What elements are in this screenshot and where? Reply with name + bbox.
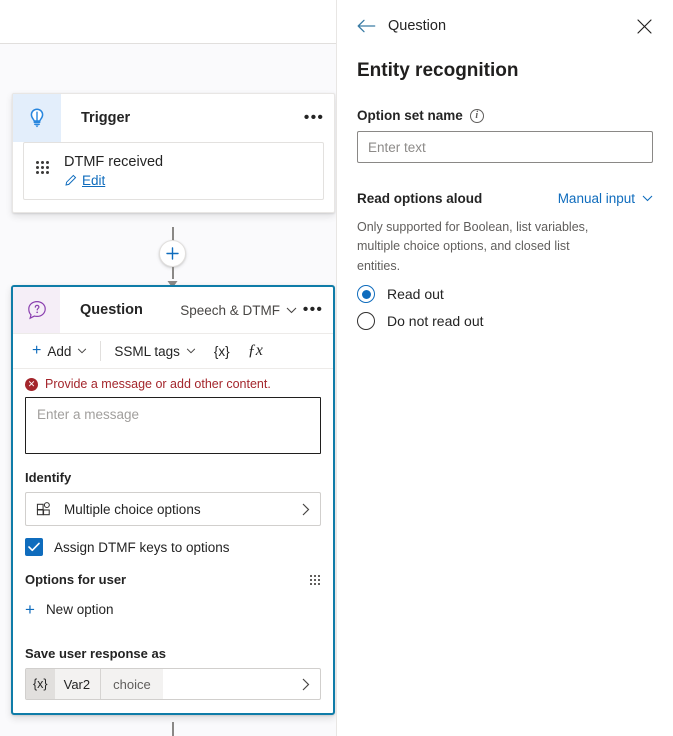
assign-dtmf-label: Assign DTMF keys to options	[54, 539, 230, 555]
question-mode-label: Speech & DTMF	[180, 302, 280, 318]
add-node-button[interactable]	[159, 240, 186, 267]
chevron-right-icon[interactable]	[302, 669, 320, 699]
insert-formula-button[interactable]: ƒx	[239, 334, 272, 368]
validation-error-text: Provide a message or add other content.	[45, 377, 271, 391]
lightbulb-icon	[13, 94, 61, 142]
radio-do-not-read-out[interactable]: Do not read out	[337, 312, 673, 331]
trigger-node-header: Trigger •••	[13, 94, 334, 142]
drag-dots-icon[interactable]	[36, 161, 50, 174]
flow-canvas: Trigger ••• DTMF received Edit Question …	[0, 0, 336, 736]
plus-icon	[166, 247, 179, 260]
question-node-header: Question Speech & DTMF •••	[13, 287, 333, 333]
insert-variable-button[interactable]: {x}	[205, 334, 239, 368]
add-content-label: Add	[47, 343, 72, 359]
ssml-tags-button[interactable]: SSML tags	[105, 334, 205, 368]
save-response-label: Save user response as	[25, 646, 166, 661]
properties-panel: Question Entity recognition Option set n…	[336, 0, 673, 736]
trigger-overflow-button[interactable]: •••	[300, 94, 334, 142]
option-set-name-input[interactable]: Enter text	[357, 131, 653, 163]
assign-dtmf-checkbox[interactable]	[25, 538, 43, 556]
identify-value: Multiple choice options	[64, 501, 201, 517]
question-node-title: Question	[80, 302, 143, 318]
option-set-name-label: Option set name i	[337, 108, 673, 123]
radio-do-not-read-out-label: Do not read out	[387, 313, 484, 330]
variable-token: {x} Var2 choice	[26, 669, 163, 699]
panel-breadcrumb: Question	[388, 18, 447, 34]
question-toolbar: + Add SSML tags {x} ƒx	[13, 333, 333, 369]
option-set-name-text: Option set name	[357, 108, 463, 123]
read-aloud-helper-text: Only supported for Boolean, list variabl…	[357, 220, 589, 273]
read-options-aloud-row: Read options aloud Manual input	[337, 191, 673, 206]
toolbar-divider	[100, 341, 102, 361]
plus-icon: +	[25, 600, 35, 619]
ssml-tags-label: SSML tags	[114, 343, 180, 359]
chevron-down-icon	[286, 307, 297, 313]
chevron-down-icon	[186, 348, 196, 354]
pencil-icon	[65, 174, 77, 186]
close-icon[interactable]	[631, 13, 657, 39]
save-response-variable-picker[interactable]: {x} Var2 choice	[25, 668, 321, 700]
trigger-node[interactable]: Trigger ••• DTMF received Edit	[12, 93, 335, 213]
read-aloud-mode-dropdown[interactable]: Manual input	[558, 191, 653, 206]
chevron-down-icon	[78, 348, 87, 354]
error-icon: ✕	[25, 377, 38, 391]
trigger-event-card[interactable]: DTMF received Edit	[23, 142, 324, 200]
connector-line-after	[172, 722, 174, 736]
chevron-down-icon	[642, 195, 653, 202]
info-icon[interactable]: i	[469, 108, 484, 123]
trigger-edit-link[interactable]: Edit	[64, 173, 313, 188]
add-content-button[interactable]: + Add	[23, 334, 96, 368]
trigger-edit-label: Edit	[82, 173, 106, 188]
read-aloud-mode-label: Manual input	[557, 191, 635, 206]
question-mode-dropdown[interactable]: Speech & DTMF	[180, 287, 299, 333]
chevron-right-icon	[302, 503, 310, 515]
new-option-button[interactable]: + New option	[13, 601, 333, 618]
new-option-label: New option	[45, 602, 114, 617]
radio-read-out-label: Read out	[387, 286, 444, 303]
question-node[interactable]: Question Speech & DTMF ••• + Add SSML ta…	[11, 285, 335, 715]
question-overflow-button[interactable]: •••	[299, 287, 333, 333]
question-bubble-icon	[13, 287, 60, 333]
trigger-event-title: DTMF received	[64, 154, 164, 170]
panel-header: Question	[337, 0, 673, 52]
back-arrow-icon[interactable]	[357, 19, 376, 33]
options-for-user-header: Options for user	[13, 572, 333, 587]
assign-dtmf-checkbox-row[interactable]: Assign DTMF keys to options	[13, 538, 333, 556]
identify-picker[interactable]: Multiple choice options	[25, 492, 321, 526]
app-root: Trigger ••• DTMF received Edit Question …	[0, 0, 673, 736]
read-options-aloud-label: Read options aloud	[357, 191, 483, 206]
radio-read-out-control[interactable]	[357, 285, 375, 304]
layout-grid-icon	[36, 501, 50, 515]
variable-type: choice	[113, 676, 151, 692]
plus-icon: +	[32, 342, 42, 359]
radio-read-out[interactable]: Read out	[337, 285, 673, 304]
message-input[interactable]: Enter a message	[25, 397, 321, 454]
identify-label: Identify	[25, 470, 72, 485]
check-icon	[28, 542, 40, 552]
grip-dots-icon[interactable]	[310, 574, 321, 585]
canvas-topbar	[0, 0, 336, 44]
radio-do-not-read-out-control[interactable]	[357, 312, 375, 331]
validation-error: ✕ Provide a message or add other content…	[13, 369, 333, 397]
panel-title: Entity recognition	[357, 60, 519, 81]
variable-name: Var2	[55, 669, 102, 699]
options-for-user-label: Options for user	[25, 572, 127, 587]
variable-token-icon: {x}	[26, 669, 55, 699]
trigger-event-body: DTMF received Edit	[64, 154, 313, 188]
trigger-node-title: Trigger	[81, 110, 131, 126]
